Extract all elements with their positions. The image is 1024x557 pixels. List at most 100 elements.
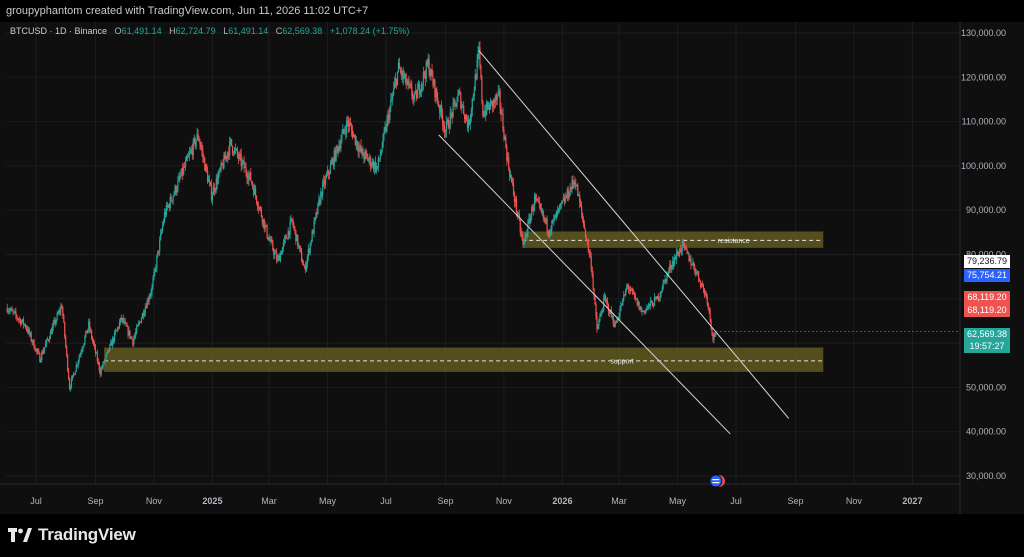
candle-body [118,322,121,329]
candle-body [55,320,57,324]
candle-body [140,318,143,323]
candle-body [477,53,479,60]
candle-body [625,289,627,295]
candle-body [553,218,555,221]
candle-body [197,133,199,138]
candle-body [500,107,502,115]
attribution-bar: groupyphantom created with TradingView.c… [0,0,1024,22]
candle-body [399,68,401,72]
candle-body [89,321,91,330]
candle-body [521,233,523,239]
candle-body [616,319,618,323]
candle-body [631,288,634,291]
candle-body [350,125,353,130]
candle-body [75,364,77,372]
candle-body [511,175,513,182]
candle-body [299,245,301,248]
candle-body [176,189,178,193]
candle-body [511,181,514,184]
candle-body [502,114,504,130]
candle-body [533,206,535,211]
candle-body [66,346,68,355]
candle-body [70,378,73,388]
support-zone [104,347,824,372]
candle-body [245,166,247,174]
candle-body [173,193,175,197]
candle-body [471,98,473,111]
candle-body [57,313,59,315]
candle-body [83,343,85,347]
candle-body [368,159,370,161]
y-tick-label: 100,000.00 [961,161,1006,171]
candle-body [584,229,587,238]
price-chart[interactable]: 30,000.0040,000.0050,000.0060,000.0070,0… [0,22,1024,514]
candle-body [22,319,25,325]
candle-body [199,141,201,146]
candle-body [633,294,635,296]
candle-body [632,290,634,295]
candle-body [465,115,468,121]
candle-body [314,217,316,222]
candle-body [396,71,399,85]
candle-body [479,47,481,66]
candle-body [48,339,51,340]
candle-body [392,94,394,99]
candle-body [38,351,40,354]
candle-body [77,361,79,366]
candle-body [159,239,161,252]
candle-body [81,349,83,353]
candle-body [202,150,204,157]
last-price-label: 79,236.79 [964,255,1010,268]
candle-body [708,307,710,310]
candle-body [645,309,647,313]
candle-body [97,361,99,363]
candle-body [438,103,440,107]
x-tick-label: Nov [846,496,863,506]
candle-body [706,296,708,304]
candle-body [335,146,337,161]
candle-body [469,116,471,125]
candle-body [626,287,628,290]
candle-body [91,330,93,339]
candle-body [371,165,373,167]
candle-body [551,220,553,230]
candle-body [106,352,108,356]
candle-body [406,84,408,86]
candle-body [456,101,458,107]
candle-body [526,233,528,237]
footer-bar [0,514,1024,557]
candle-body [138,323,140,326]
candle-body [564,196,566,203]
y-tick-label: 120,000.00 [961,72,1006,82]
candle-body [403,77,405,79]
candle-body [443,126,446,133]
candle-body [447,119,449,129]
candle-body [8,310,10,312]
candle-body [591,267,593,276]
tradingview-logo-icon [8,528,32,542]
candle-body [651,300,653,303]
x-tick-label: Nov [496,496,513,506]
candle-body [104,359,106,363]
candle-body [711,327,713,335]
candle-body [582,219,585,225]
candle-body [248,175,250,181]
candle-body [301,251,303,262]
candle-body [460,93,462,109]
chart-area[interactable]: 30,000.0040,000.0050,000.0060,000.0070,0… [0,22,1024,514]
candle-body [419,91,422,94]
candle-body [652,305,655,307]
candle-body [454,100,456,104]
x-tick-label: 2027 [902,496,922,506]
candle-body [482,100,484,116]
candle-body [549,232,551,236]
candle-body [668,269,670,274]
candle-body [391,98,393,101]
close-value: 62,569.38 [282,26,323,36]
candle-body [408,80,410,85]
candle-body [702,285,704,289]
candle-body [393,88,395,95]
candle-body [659,293,661,298]
candle-body [448,127,450,129]
tradingview-logo[interactable]: TradingView [8,524,136,546]
